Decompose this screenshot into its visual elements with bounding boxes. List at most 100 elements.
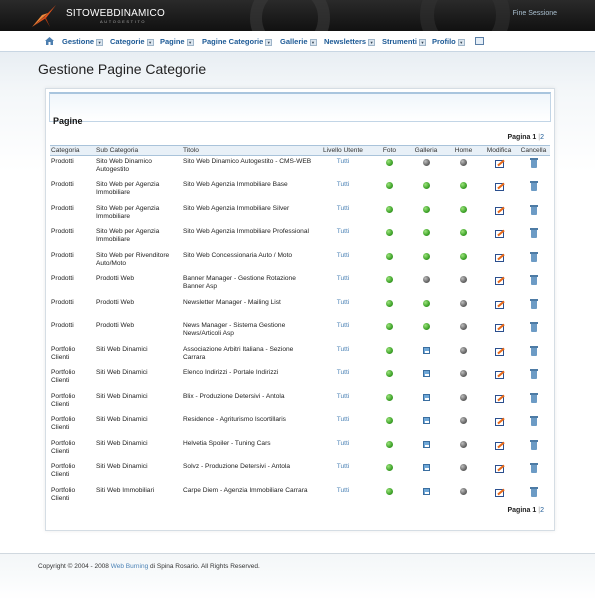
chevron-down-icon[interactable]: ▼: [419, 38, 427, 46]
status-green-icon[interactable]: [386, 440, 393, 448]
trash-icon[interactable]: [529, 486, 538, 497]
cell-livello-text[interactable]: Tutti: [337, 275, 350, 282]
status-gray-icon[interactable]: [460, 393, 467, 401]
cell-livello-text[interactable]: Tutti: [337, 181, 350, 188]
edit-icon[interactable]: [494, 300, 504, 309]
trash-icon[interactable]: [529, 416, 538, 426]
status-green-icon[interactable]: [460, 252, 467, 260]
status-gray-icon[interactable]: [460, 323, 467, 330]
nav-profilo[interactable]: Profilo ▼: [432, 37, 465, 46]
status-green-icon[interactable]: [386, 159, 393, 166]
cell-livello-text[interactable]: Tutti: [337, 487, 350, 494]
cell-livello-text[interactable]: Tutti: [337, 463, 350, 470]
cell-livello-text[interactable]: Tutti: [337, 299, 350, 306]
trash-icon[interactable]: [529, 181, 538, 191]
status-gray-icon[interactable]: [460, 487, 467, 495]
edit-icon[interactable]: [494, 417, 504, 426]
chevron-down-icon[interactable]: ▼: [186, 38, 194, 46]
nav-newsletters[interactable]: Newsletters ▼: [324, 37, 376, 46]
status-gray-icon[interactable]: [422, 159, 430, 166]
status-green-icon[interactable]: [386, 417, 393, 424]
status-green-icon[interactable]: [460, 182, 467, 189]
gallery-icon[interactable]: [422, 417, 430, 424]
status-green-icon[interactable]: [422, 323, 430, 330]
edit-icon[interactable]: [494, 347, 504, 356]
cell-livello-text[interactable]: Tutti: [337, 252, 350, 259]
status-gray-icon[interactable]: [460, 299, 467, 307]
trash-icon[interactable]: [529, 158, 538, 168]
nav-pagine-categorie[interactable]: Pagine Categorie ▼: [202, 37, 273, 46]
edit-icon[interactable]: [494, 159, 504, 168]
trash-icon[interactable]: [529, 251, 538, 262]
cell-livello-text[interactable]: Tutti: [337, 205, 350, 212]
edit-icon[interactable]: [494, 464, 504, 473]
status-green-icon[interactable]: [422, 252, 430, 260]
status-gray-icon[interactable]: [460, 346, 467, 354]
trash-icon[interactable]: [529, 204, 538, 215]
trash-icon[interactable]: [529, 439, 538, 450]
edit-icon[interactable]: [494, 488, 504, 497]
status-gray-icon[interactable]: [460, 417, 467, 424]
status-green-icon[interactable]: [386, 370, 393, 377]
trash-icon[interactable]: [529, 275, 538, 285]
gallery-icon[interactable]: [422, 487, 430, 495]
edit-icon[interactable]: [494, 394, 504, 403]
gallery-icon[interactable]: [422, 393, 430, 401]
web-burning-link[interactable]: Web Burning: [111, 563, 148, 570]
cell-livello-text[interactable]: Tutti: [337, 440, 350, 447]
nav-gallerie[interactable]: Gallerie ▼: [280, 37, 317, 46]
status-green-icon[interactable]: [422, 205, 430, 213]
status-green-icon[interactable]: [386, 464, 393, 471]
edit-icon[interactable]: [494, 323, 504, 332]
col-header-titolo[interactable]: Titolo: [182, 145, 313, 156]
trash-icon[interactable]: [529, 392, 538, 403]
status-green-icon[interactable]: [460, 205, 467, 213]
edit-icon[interactable]: [494, 229, 504, 238]
edit-icon[interactable]: [494, 276, 504, 285]
trash-icon[interactable]: [529, 345, 538, 356]
status-gray-icon[interactable]: [460, 440, 467, 448]
trash-icon[interactable]: [529, 298, 538, 309]
edit-icon[interactable]: [494, 370, 504, 379]
nav-categorie[interactable]: Categorie ▼: [110, 37, 154, 46]
chevron-down-icon[interactable]: ▼: [96, 38, 104, 46]
trash-icon[interactable]: [529, 322, 538, 332]
edit-icon[interactable]: [494, 182, 504, 191]
trash-icon[interactable]: [529, 228, 538, 238]
cell-livello-text[interactable]: Tutti: [337, 228, 350, 235]
chevron-down-icon[interactable]: ▼: [457, 38, 465, 46]
edit-icon[interactable]: [494, 253, 504, 262]
chevron-down-icon[interactable]: ▼: [309, 38, 317, 46]
col-header-livello[interactable]: Livello Utente: [313, 145, 373, 156]
gallery-icon[interactable]: [422, 346, 430, 354]
status-green-icon[interactable]: [386, 276, 393, 283]
chevron-down-icon[interactable]: ▼: [146, 38, 154, 46]
logout-link[interactable]: Fine Sessione: [513, 10, 557, 17]
status-gray-icon[interactable]: [460, 370, 467, 377]
status-green-icon[interactable]: [386, 229, 393, 236]
edit-icon[interactable]: [494, 206, 504, 215]
col-header-sub-categoria[interactable]: Sub Categoria: [95, 145, 182, 156]
status-green-icon[interactable]: [386, 205, 393, 213]
table-icon[interactable]: [475, 37, 484, 45]
status-green-icon[interactable]: [386, 299, 393, 307]
edit-icon[interactable]: [494, 441, 504, 450]
cell-livello-text[interactable]: Tutti: [337, 416, 350, 423]
nav-strumenti[interactable]: Strumenti ▼: [382, 37, 427, 46]
nav-pagine[interactable]: Pagine ▼: [160, 37, 194, 46]
status-gray-icon[interactable]: [422, 276, 430, 283]
status-gray-icon[interactable]: [460, 159, 467, 166]
trash-icon[interactable]: [529, 369, 538, 379]
cell-livello-text[interactable]: Tutti: [337, 393, 350, 400]
status-green-icon[interactable]: [422, 299, 430, 307]
chevron-down-icon[interactable]: ▼: [265, 38, 273, 46]
chevron-down-icon[interactable]: ▼: [368, 38, 376, 46]
cell-livello-text[interactable]: Tutti: [337, 322, 350, 329]
trash-icon[interactable]: [529, 463, 538, 473]
status-green-icon[interactable]: [386, 487, 393, 495]
cell-livello-text[interactable]: Tutti: [337, 346, 350, 353]
pager-next-link[interactable]: 2: [540, 134, 544, 141]
pager-next-link[interactable]: 2: [540, 507, 544, 514]
status-green-icon[interactable]: [386, 346, 393, 354]
cell-livello-text[interactable]: Tutti: [337, 158, 350, 165]
